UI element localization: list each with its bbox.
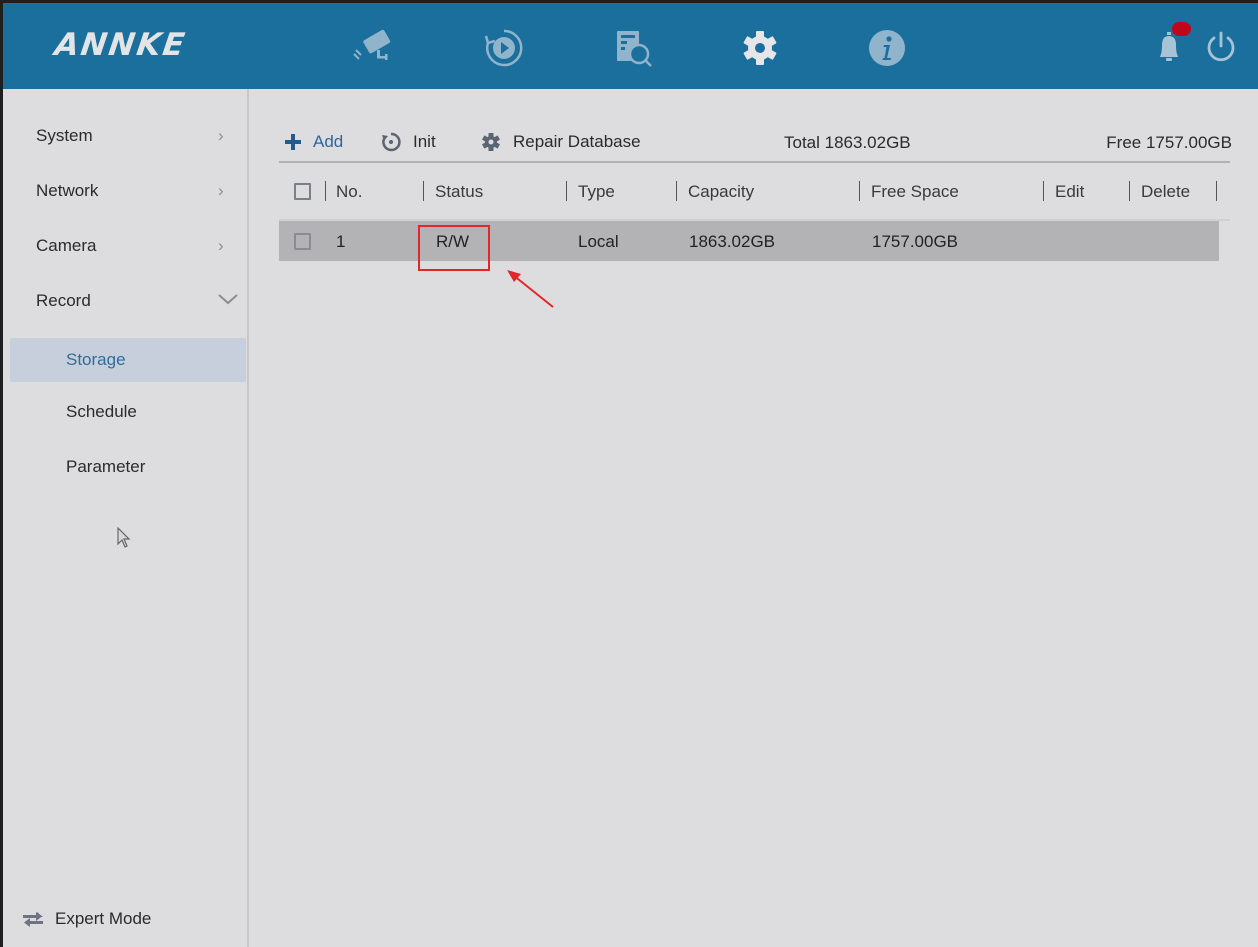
sidebar-item-label: Record [36,291,91,310]
app-window: ANNKE System › Network › Camera › Record… [3,3,1258,947]
divider [279,161,1230,163]
info-icon[interactable] [864,25,910,71]
sidebar-item-network[interactable]: Network › [3,169,247,213]
add-button[interactable]: Add [285,127,343,157]
column-separator [423,181,424,201]
storage-panel: Add Init Repair Database Total 1863.02GB… [249,89,1258,947]
cell-status: R/W [436,232,470,251]
repair-database-button[interactable]: Repair Database [481,127,641,157]
power-icon[interactable] [1203,29,1239,65]
table-header: No. Status Type Capacity Free Space Edit… [279,176,1230,216]
sidebar-item-camera[interactable]: Camera › [3,224,247,268]
top-navigation-bar: ANNKE [3,3,1258,89]
column-separator [676,181,677,201]
select-all-checkbox[interactable] [294,183,311,200]
sidebar-item-label: Storage [66,350,126,369]
column-separator [1043,181,1044,201]
expert-mode-button[interactable]: Expert Mode [23,909,151,929]
plus-icon [285,134,301,150]
cell-free-space: 1757.00GB [872,232,959,251]
refresh-icon [382,132,401,152]
sidebar-item-label: System [36,126,93,145]
playback-icon[interactable] [481,25,527,71]
table-row[interactable]: 1 R/W Local 1863.02GB 1757.00GB [279,221,1219,261]
free-capacity: Free 1757.00GB [1106,133,1232,152]
sidebar-item-system[interactable]: System › [3,114,247,158]
repair-database-label: Repair Database [513,132,641,151]
storage-toolbar: Add Init Repair Database Total 1863.02GB… [281,127,1232,157]
chevron-right-icon: › [218,236,224,255]
settings-gear-icon[interactable] [737,25,783,71]
column-header-free-space[interactable]: Free Space [871,182,959,202]
cell-capacity: 1863.02GB [689,232,776,251]
column-header-edit[interactable]: Edit [1055,182,1084,202]
cell-type: Local [578,232,619,251]
sidebar-item-label: Schedule [66,402,137,421]
sidebar: System › Network › Camera › Record Stora… [3,89,249,947]
sidebar-item-label: Network [36,181,99,200]
annke-logo: ANNKE [52,27,189,63]
sidebar-item-schedule[interactable]: Schedule [3,390,247,434]
column-separator [859,181,860,201]
sidebar-item-parameter[interactable]: Parameter [3,445,247,489]
notification-badge [1172,22,1191,36]
cell-no: 1 [336,232,346,251]
init-label: Init [413,132,436,151]
column-separator [1129,181,1130,201]
column-separator [1216,181,1217,201]
chevron-down-icon [218,291,238,311]
live-view-camera-icon[interactable] [351,25,397,71]
switch-arrows-icon [23,912,43,927]
column-header-capacity[interactable]: Capacity [688,182,754,202]
chevron-right-icon: › [218,126,224,145]
expert-mode-label: Expert Mode [55,909,152,928]
init-button[interactable]: Init [381,127,436,157]
column-header-status[interactable]: Status [435,182,483,202]
column-separator [566,181,567,201]
sidebar-item-record[interactable]: Record [3,279,247,323]
add-label: Add [313,132,344,151]
search-file-icon[interactable] [611,25,657,71]
sidebar-item-label: Camera [36,236,97,255]
row-checkbox[interactable] [294,233,311,250]
sidebar-item-label: Parameter [66,457,146,476]
sidebar-item-storage[interactable]: Storage [10,338,246,382]
column-separator [325,181,326,201]
total-capacity: Total 1863.02GB [784,133,911,152]
annotation-arrow-icon [507,270,554,308]
column-header-no[interactable]: No. [336,182,362,202]
chevron-right-icon: › [218,181,224,200]
column-header-delete[interactable]: Delete [1141,182,1190,202]
column-header-type[interactable]: Type [578,182,615,202]
gear-icon [482,133,500,151]
